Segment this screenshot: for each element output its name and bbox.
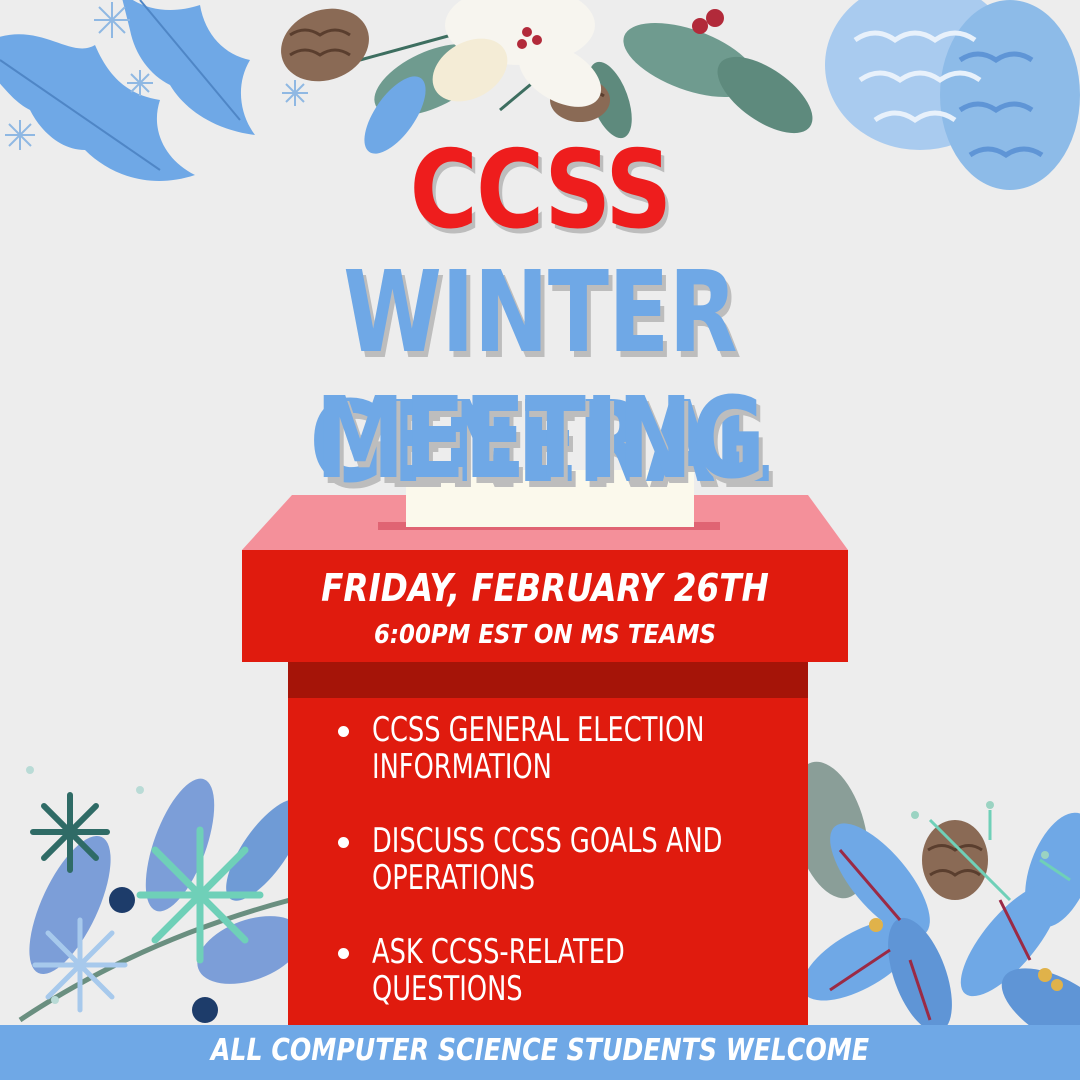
snowflake-icon (136, 826, 264, 964)
pinecone-icon (922, 820, 988, 900)
bullet-icon (338, 837, 349, 848)
poster: CCSS WINTER GENERAL MEETING FRIDAY, FEBR… (0, 0, 1080, 1080)
snowflake-icon (30, 792, 110, 873)
footer-text: ALL COMPUTER SCIENCE STUDENTS WELCOME (210, 1033, 870, 1068)
bullet-icon (338, 948, 349, 959)
bullet-icon (338, 726, 349, 737)
event-date: FRIDAY, FEBRUARY 26TH (321, 566, 769, 610)
agenda-item: ASK CCSS-RELATED QUESTIONS (336, 934, 806, 1008)
poinsettia-icon (432, 0, 602, 107)
event-time: 6:00PM EST ON MS TEAMS (373, 620, 717, 650)
event-title-line-2: MEETING (315, 374, 766, 504)
snowflake-icon (32, 917, 128, 1013)
org-title: CCSS (409, 128, 673, 253)
agenda-list: CCSS GENERAL ELECTION INFORMATION DISCUS… (336, 712, 806, 1045)
berries-icon (692, 9, 724, 34)
agenda-item: CCSS GENERAL ELECTION INFORMATION (336, 712, 806, 786)
agenda-item: DISCUSS CCSS GOALS AND OPERATIONS (336, 823, 806, 897)
